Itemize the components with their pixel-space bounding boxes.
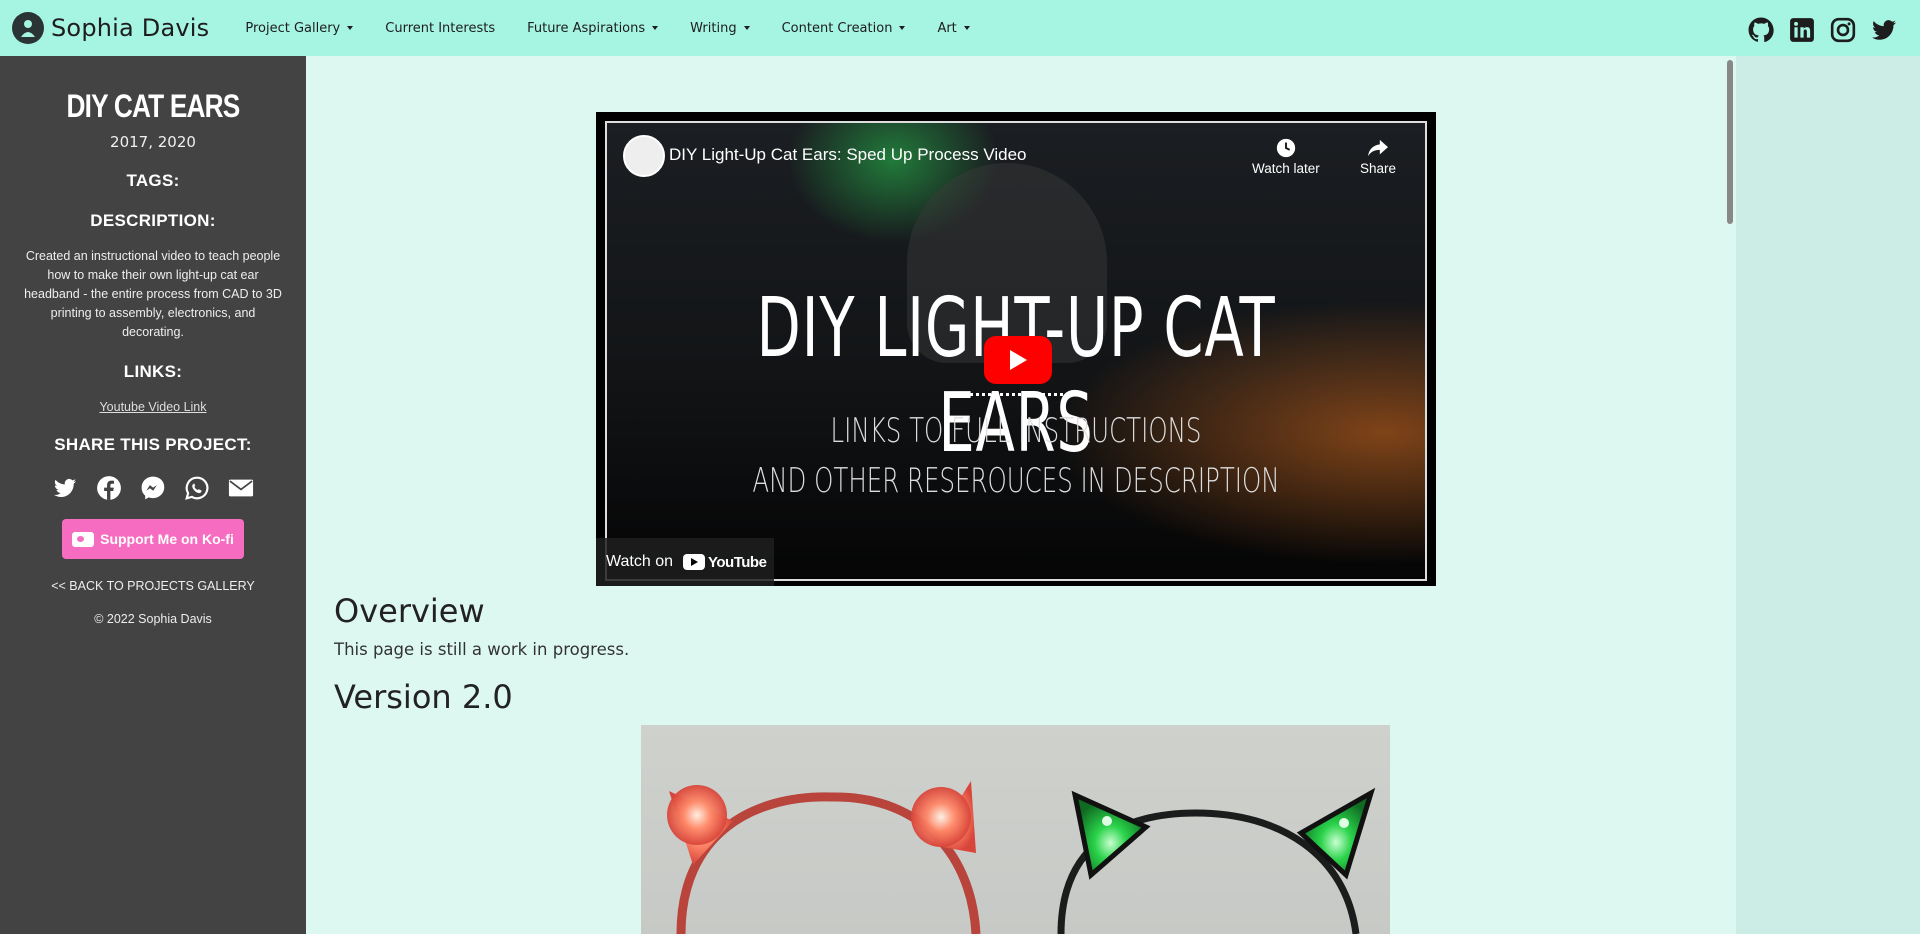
instagram-icon[interactable] [1829, 16, 1857, 44]
watch-later-button[interactable]: Watch later [1252, 135, 1320, 176]
nav-label: Current Interests [385, 20, 496, 36]
watch-on-youtube-button[interactable]: Watch on YouTube [596, 538, 774, 586]
twitter-icon[interactable] [52, 475, 78, 501]
whatsapp-icon[interactable] [184, 475, 210, 501]
tags-heading: TAGS: [126, 171, 180, 190]
project-sidebar: DIY CAT EARS 2017, 2020 TAGS: DESCRIPTIO… [0, 56, 306, 934]
version-heading: Version 2.0 [334, 678, 513, 716]
clock-icon [1252, 135, 1320, 161]
youtube-logo: YouTube [683, 553, 767, 571]
watch-later-label: Watch later [1252, 161, 1320, 176]
nav-label: Content Creation [781, 20, 893, 36]
youtube-wordmark: YouTube [708, 553, 767, 571]
watch-on-label: Watch on [606, 553, 673, 570]
youtube-embed[interactable]: DIY Light-Up Cat Ears: Sped Up Process V… [596, 112, 1436, 586]
share-arrow-icon [1360, 135, 1396, 161]
play-button[interactable] [984, 336, 1052, 384]
project-description: Created an instructional video to teach … [24, 249, 282, 339]
social-links [1747, 16, 1898, 44]
twitter-icon[interactable] [1870, 16, 1898, 44]
share-buttons [0, 475, 306, 501]
video-thumbnail[interactable]: DIY Light-Up Cat Ears: Sped Up Process V… [605, 121, 1427, 581]
right-margin [1736, 56, 1920, 934]
nav-art[interactable]: Art [921, 21, 985, 36]
facebook-icon[interactable] [96, 475, 122, 501]
project-years: 2017, 2020 [110, 133, 196, 151]
caret-down-icon [652, 26, 659, 30]
github-icon[interactable] [1747, 16, 1775, 44]
nav-label: Future Aspirations [527, 20, 646, 36]
thumbnail-divider [945, 393, 1087, 396]
share-heading: SHARE THIS PROJECT: [54, 435, 252, 454]
youtube-play-icon [683, 554, 705, 570]
nav-label: Project Gallery [245, 20, 341, 36]
brand-logo[interactable] [12, 12, 44, 44]
nav-future-aspirations[interactable]: Future Aspirations [511, 21, 674, 36]
cat-ears-photo [641, 725, 1390, 934]
overview-text: This page is still a work in progress. [334, 640, 630, 659]
caret-down-icon [743, 26, 750, 30]
thumbnail-subline-1: LINKS TO FULL INSTRUCTIONS [830, 411, 1202, 451]
messenger-icon[interactable] [140, 475, 166, 501]
scrollbar-thumb[interactable] [1727, 60, 1733, 224]
scrollbar[interactable] [1724, 56, 1736, 934]
project-title: DIY CAT EARS [66, 88, 241, 124]
thumbnail-subline-2: AND OTHER RESEROUCES IN DESCRIPTION [752, 461, 1280, 501]
kofi-cup-icon [72, 531, 95, 547]
caret-down-icon [347, 26, 354, 30]
caret-down-icon [963, 26, 970, 30]
brand[interactable]: Sophia Davis [12, 12, 209, 44]
nav-label: Writing [690, 20, 737, 36]
channel-avatar[interactable] [623, 135, 665, 177]
kofi-label: Support Me on Ko-fi [100, 531, 234, 547]
kofi-support-button[interactable]: Support Me on Ko-fi [62, 519, 244, 559]
copyright: © 2022 Sophia Davis [94, 612, 212, 626]
share-button[interactable]: Share [1360, 135, 1396, 176]
brand-name[interactable]: Sophia Davis [51, 14, 209, 42]
share-label: Share [1360, 161, 1397, 176]
top-navbar: Sophia Davis Project Gallery Current Int… [0, 0, 1920, 56]
linkedin-icon[interactable] [1788, 16, 1816, 44]
links-heading: LINKS: [123, 362, 183, 381]
description-heading: DESCRIPTION: [90, 211, 216, 230]
youtube-video-link[interactable]: Youtube Video Link [99, 400, 206, 414]
nav-menu: Project Gallery Current Interests Future… [229, 21, 985, 36]
back-to-gallery-link[interactable]: << BACK TO PROJECTS GALLERY [0, 579, 306, 593]
email-icon[interactable] [228, 475, 254, 501]
nav-writing[interactable]: Writing [674, 21, 765, 36]
nav-project-gallery[interactable]: Project Gallery [229, 21, 369, 36]
overview-heading: Overview [334, 592, 485, 630]
nav-content-creation[interactable]: Content Creation [766, 21, 922, 36]
nav-label: Art [937, 20, 957, 36]
caret-down-icon [899, 26, 906, 30]
video-title[interactable]: DIY Light-Up Cat Ears: Sped Up Process V… [669, 145, 1027, 165]
nav-current-interests[interactable]: Current Interests [369, 21, 511, 36]
